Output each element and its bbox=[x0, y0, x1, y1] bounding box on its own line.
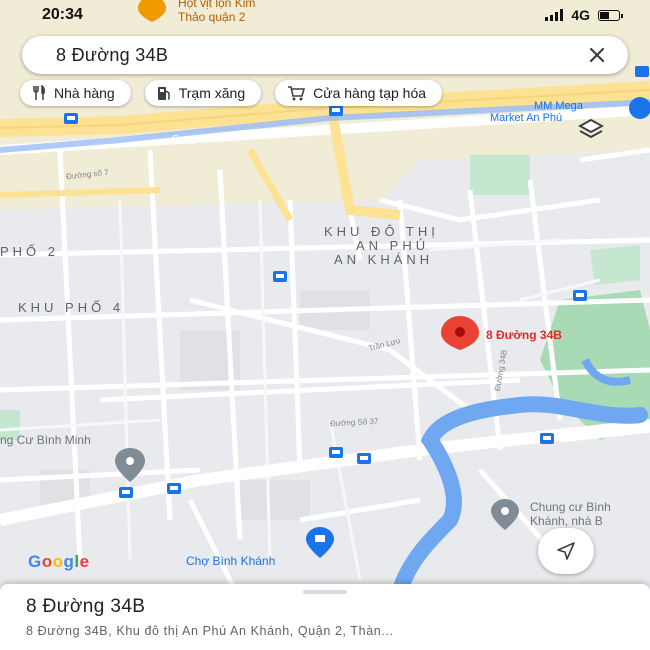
poi-label[interactable]: Khánh, nhà B bbox=[530, 514, 603, 528]
category-chips: Nhà hàng Trạm xăng Cửa hàng tạp hóa bbox=[20, 80, 443, 106]
area-label: PHỐ 2 bbox=[0, 244, 60, 259]
chip-label: Nhà hàng bbox=[54, 85, 115, 101]
layers-icon bbox=[578, 118, 604, 139]
street-label: Song Hành bbox=[172, 134, 223, 145]
gas-station-icon bbox=[157, 87, 170, 100]
place-address: 8 Đường 34B, Khu đô thị An Phú An Khánh,… bbox=[26, 624, 394, 638]
status-indicators: 4G bbox=[545, 7, 623, 23]
status-time: 20:34 bbox=[42, 6, 83, 23]
pin-label[interactable]: 8 Đường 34B bbox=[486, 328, 562, 342]
close-button[interactable] bbox=[584, 42, 610, 68]
place-title: 8 Đường 34B bbox=[26, 596, 146, 617]
google-logo-letter: o bbox=[52, 552, 64, 571]
chip-label: Cửa hàng tạp hóa bbox=[313, 85, 427, 101]
chip-grocery-stores[interactable]: Cửa hàng tạp hóa bbox=[275, 80, 443, 106]
google-logo-letter: G bbox=[28, 552, 42, 571]
close-icon bbox=[589, 47, 605, 63]
area-label: KHU ĐÔ THỊ bbox=[324, 224, 439, 239]
status-bar: 20:34 4G bbox=[0, 0, 650, 30]
poi-label[interactable]: MM Mega bbox=[534, 100, 583, 112]
my-location-button[interactable] bbox=[538, 528, 594, 574]
area-label: AN KHÁNH bbox=[334, 252, 434, 267]
chip-gas-stations[interactable]: Trạm xăng bbox=[144, 80, 262, 106]
google-logo-letter: o bbox=[41, 552, 53, 571]
poi-label[interactable]: Chung cư Bình bbox=[530, 500, 611, 514]
place-sheet[interactable]: 8 Đường 34B 8 Đường 34B, Khu đô thị An P… bbox=[0, 584, 650, 650]
network-type: 4G bbox=[571, 7, 590, 23]
shopping-poi-icon bbox=[629, 97, 650, 119]
poi-label[interactable]: Chợ Bình Khánh bbox=[186, 554, 275, 568]
search-input[interactable]: 8 Đường 34B bbox=[56, 45, 584, 66]
chip-label: Trạm xăng bbox=[178, 85, 246, 101]
area-label: KHU PHỐ 4 bbox=[18, 300, 125, 315]
poi-label[interactable]: Market An Phú bbox=[490, 112, 562, 124]
drag-handle[interactable] bbox=[303, 590, 347, 594]
google-logo-letter: g bbox=[63, 552, 75, 571]
battery-icon bbox=[598, 9, 623, 21]
google-logo: Google bbox=[28, 552, 90, 572]
shopping-cart-icon bbox=[288, 86, 306, 101]
chip-restaurants[interactable]: Nhà hàng bbox=[20, 80, 131, 106]
layers-button[interactable] bbox=[572, 114, 610, 144]
area-label: AN PHÚ bbox=[356, 238, 430, 253]
navigation-arrow-icon bbox=[557, 542, 575, 560]
google-logo-letter: e bbox=[79, 552, 90, 571]
search-bar[interactable]: 8 Đường 34B bbox=[22, 36, 628, 74]
restaurant-icon bbox=[33, 85, 45, 100]
signal-icon bbox=[545, 9, 564, 21]
poi-label[interactable]: ng Cư Bình Minh bbox=[0, 433, 91, 447]
